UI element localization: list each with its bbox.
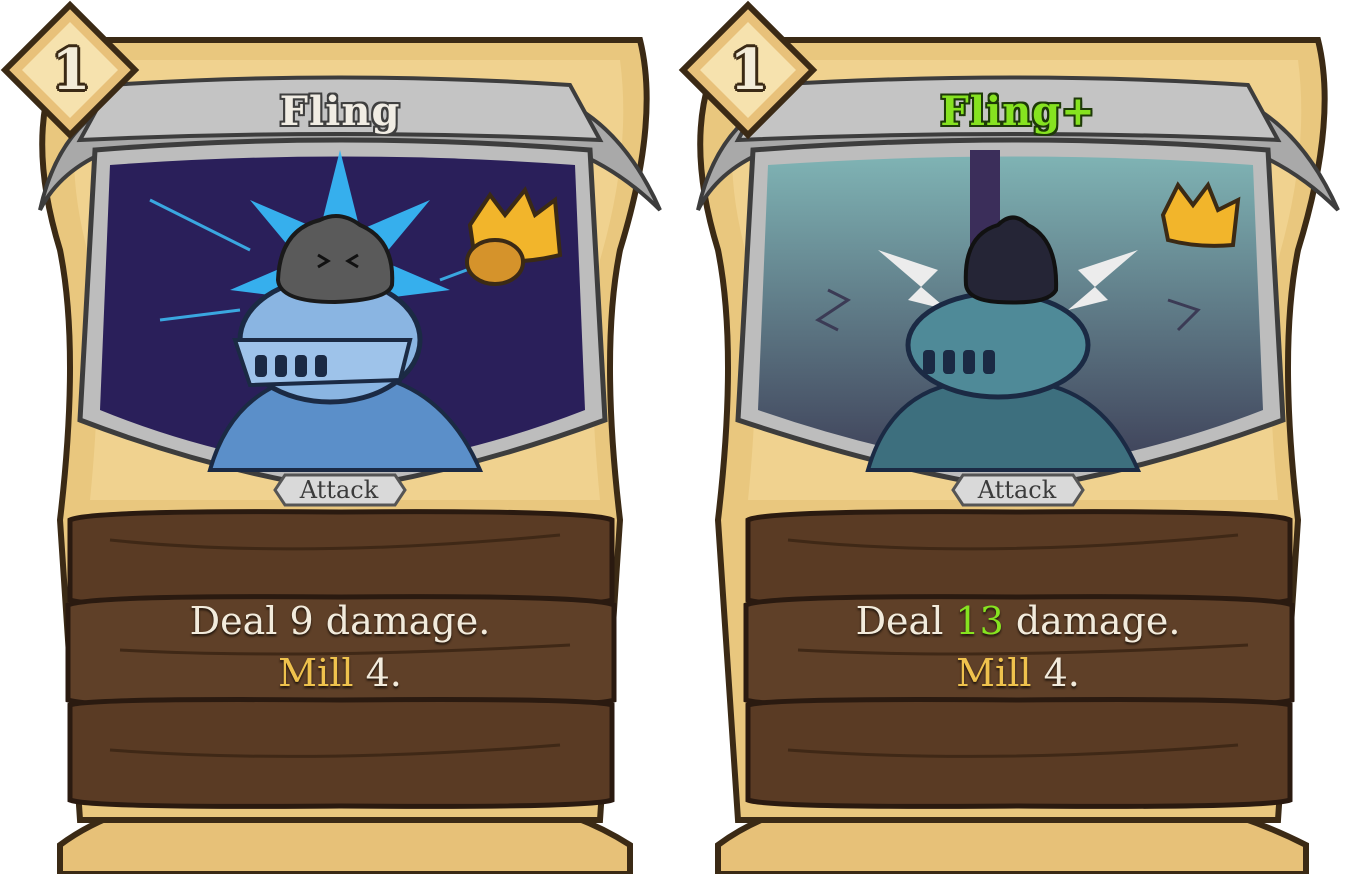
card-title: Fling — [279, 88, 401, 135]
card-cost: 1 — [729, 37, 769, 103]
desc-text: Deal — [855, 599, 956, 643]
desc-text: Deal — [189, 599, 290, 643]
keyword-mill: Mill — [956, 651, 1032, 695]
keyword-mill: Mill — [278, 651, 354, 695]
desc-text: 4. — [1031, 651, 1080, 695]
card-title: Fling+ — [940, 88, 1096, 135]
desc-text: damage. — [313, 599, 491, 643]
damage-value: 13 — [955, 599, 1004, 643]
desc-text: 4. — [353, 651, 402, 695]
card-type: Attack — [977, 476, 1057, 504]
card-cost: 1 — [51, 37, 91, 103]
card-fling[interactable]: 1 Fling Attack Deal 9 damage. Mill 4. — [0, 0, 678, 874]
card-type: Attack — [299, 476, 379, 504]
card-art — [100, 150, 585, 472]
card-fling-upgraded[interactable]: 1 Fling+ Attack Deal 13 damage. Mill 4. — [678, 0, 1356, 874]
damage-value: 9 — [289, 599, 314, 643]
card-description: Deal 13 damage. Mill 4. — [768, 595, 1268, 699]
desc-text: damage. — [1003, 599, 1181, 643]
card-art — [758, 150, 1263, 472]
card-description: Deal 9 damage. Mill 4. — [90, 595, 590, 699]
